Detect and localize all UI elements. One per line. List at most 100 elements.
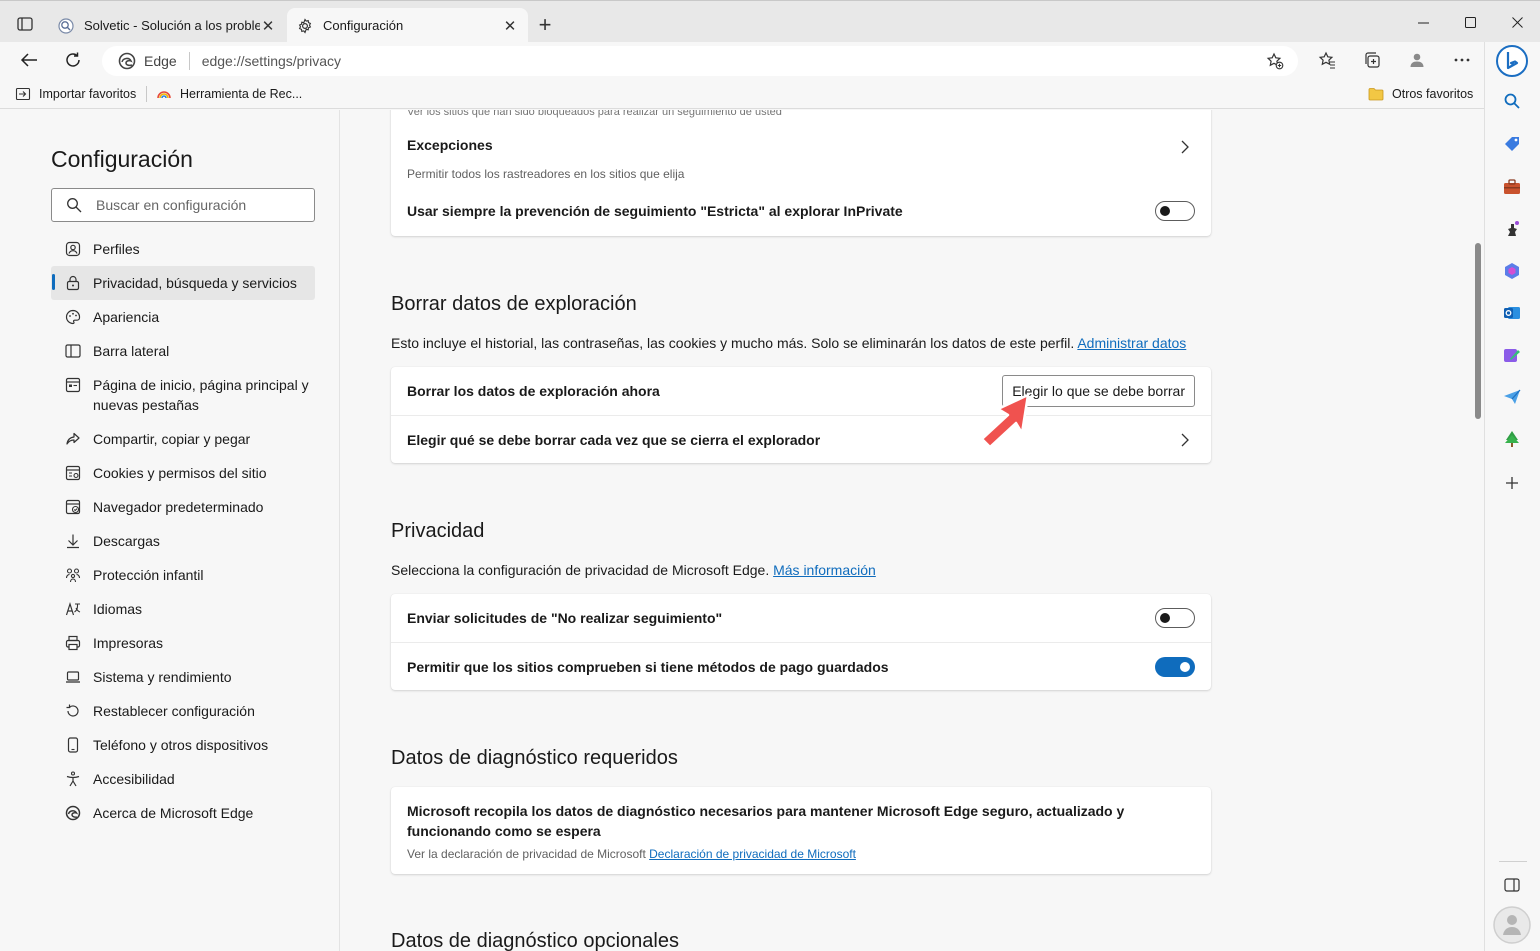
search-icon [66, 197, 82, 213]
tab-solvetic[interactable]: Solvetic - Solución a los problem ✕ [48, 8, 286, 43]
content-scrollbar[interactable] [1472, 110, 1484, 951]
strict-inprivate-row: Usar siempre la prevención de seguimient… [391, 188, 1211, 234]
profile-button[interactable] [1401, 46, 1433, 74]
tab-actions-icon [17, 17, 33, 31]
solvetic-watermark [1491, 904, 1533, 946]
import-icon [15, 86, 31, 102]
sidebar-tools-button[interactable] [1497, 172, 1527, 202]
more-dots-icon [1454, 58, 1470, 62]
tab-actions-button[interactable] [10, 11, 40, 37]
payment-methods-row: Permitir que los sitios comprueben si ti… [391, 643, 1211, 690]
clear-data-card: Borrar los datos de exploración ahora El… [391, 367, 1211, 463]
strict-inprivate-title: Usar siempre la prevención de seguimient… [407, 203, 903, 219]
nav-item-proteccion-infantil[interactable]: Protección infantil [51, 558, 315, 592]
address-bar[interactable]: Edge edge://settings/privacy [102, 46, 1298, 76]
palette-icon [65, 307, 81, 327]
nav-item-label: Idiomas [93, 601, 143, 617]
add-favorite-button[interactable] [1260, 49, 1290, 73]
settings-search-input[interactable] [96, 197, 296, 213]
address-url[interactable]: edge://settings/privacy [202, 53, 1260, 69]
nav-item-barra-lateral[interactable]: Barra lateral [51, 334, 315, 368]
strict-inprivate-toggle[interactable] [1155, 201, 1195, 221]
sidebar-outlook-button[interactable] [1497, 298, 1527, 328]
privacy-heading: Privacidad [391, 520, 485, 542]
settings-nav-list: Perfiles Privacidad, búsqueda y servicio… [51, 232, 315, 830]
nav-item-privacidad[interactable]: Privacidad, búsqueda y servicios [51, 266, 315, 300]
sidebar-add-button[interactable] [1497, 468, 1527, 498]
gear-icon [297, 17, 313, 34]
nav-item-apariencia[interactable]: Apariencia [51, 300, 315, 334]
nav-item-accesibilidad[interactable]: Accesibilidad [51, 762, 315, 796]
phone-icon [65, 735, 81, 755]
bing-copilot-button[interactable] [1495, 44, 1529, 78]
privacy-desc-text: Selecciona la configuración de privacida… [391, 562, 770, 578]
scrollbar-thumb[interactable] [1475, 243, 1481, 419]
more-info-link[interactable]: Más información [773, 562, 876, 578]
sidebar-drop-button[interactable] [1497, 382, 1527, 412]
favorite-herramienta[interactable]: Herramienta de Rec... [156, 83, 302, 105]
sidebar-hide-button[interactable] [1497, 870, 1527, 900]
manage-data-link[interactable]: Administrar datos [1077, 335, 1186, 351]
sidebar-microsoft365-button[interactable] [1497, 256, 1527, 286]
nav-item-telefono[interactable]: Teléfono y otros dispositivos [51, 728, 315, 762]
nav-item-label: Página de inicio, página principal y nue… [93, 377, 309, 413]
new-tab-button[interactable]: + [533, 12, 557, 37]
printer-icon [65, 633, 81, 653]
favorites-star-icon [1318, 51, 1335, 69]
favorites-button[interactable] [1311, 46, 1343, 74]
sidebar-tree-button[interactable] [1497, 424, 1527, 454]
sidebar-shopping-button[interactable] [1497, 129, 1527, 159]
refresh-button[interactable] [58, 46, 88, 74]
sidebar-search-button[interactable] [1497, 86, 1527, 116]
toggle-knob [1160, 206, 1170, 216]
nav-item-sistema[interactable]: Sistema y rendimiento [51, 660, 315, 694]
favorite-other-folder[interactable]: Otros favoritos [1368, 83, 1473, 105]
nav-item-perfiles[interactable]: Perfiles [51, 232, 315, 266]
nav-item-descargas[interactable]: Descargas [51, 524, 315, 558]
nav-item-idiomas[interactable]: Idiomas [51, 592, 315, 626]
payment-methods-toggle[interactable] [1155, 656, 1195, 677]
favorite-import[interactable]: Importar favoritos [15, 83, 136, 105]
nav-item-restablecer[interactable]: Restablecer configuración [51, 694, 315, 728]
cookie-icon [65, 463, 81, 483]
profile-avatar-icon [1410, 53, 1424, 67]
nav-item-label: Restablecer configuración [93, 703, 255, 719]
nav-item-pagina-inicio[interactable]: Página de inicio, página principal y nue… [51, 368, 315, 422]
nav-item-cookies[interactable]: Cookies y permisos del sitio [51, 456, 315, 490]
maximize-button[interactable] [1447, 1, 1493, 43]
nav-item-impresoras[interactable]: Impresoras [51, 626, 315, 660]
clear-on-close-row[interactable]: Elegir qué se debe borrar cada vez que s… [391, 416, 1211, 463]
microsoft365-icon [1505, 263, 1519, 279]
settings-search[interactable] [51, 188, 315, 222]
collections-icon [1365, 52, 1380, 68]
tab-configuracion[interactable]: Configuración ✕ [287, 8, 528, 43]
nav-item-label: Sistema y rendimiento [93, 669, 232, 685]
nav-item-acerca-de[interactable]: Acerca de Microsoft Edge [51, 796, 315, 830]
settings-title: Configuración [51, 146, 193, 172]
bing-logo-icon [1496, 45, 1528, 77]
back-button[interactable] [14, 46, 44, 74]
clear-data-heading: Borrar datos de exploración [391, 293, 637, 315]
close-window-button[interactable] [1494, 1, 1540, 43]
blocked-trackers-row[interactable]: Ver los sitios que han sido bloqueados p… [391, 110, 1211, 120]
settings-content: Ver los sitios que han sido bloqueados p… [341, 110, 1472, 951]
do-not-track-toggle[interactable] [1155, 608, 1195, 628]
settings-more-button[interactable] [1446, 46, 1478, 74]
close-tab-icon[interactable]: ✕ [260, 18, 276, 35]
sidebar-designer-button[interactable] [1497, 340, 1527, 370]
edge-sidebar [1484, 42, 1540, 951]
exceptions-row[interactable]: Excepciones Permitir todos los rastreado… [391, 136, 1211, 182]
back-arrow-icon [20, 53, 37, 67]
close-tab-icon[interactable]: ✕ [502, 18, 518, 35]
privacy-description: Selecciona la configuración de privacida… [391, 562, 876, 578]
edge-logo-icon [65, 803, 81, 823]
exceptions-title: Excepciones [407, 137, 493, 153]
required-diagnostics-heading: Datos de diagnóstico requeridos [391, 747, 678, 769]
collections-button[interactable] [1356, 46, 1388, 74]
privacy-statement-link[interactable]: Declaración de privacidad de Microsoft [649, 847, 856, 861]
minimize-button[interactable] [1400, 1, 1446, 43]
send-plane-icon [1504, 389, 1521, 404]
nav-item-navegador[interactable]: Navegador predeterminado [51, 490, 315, 524]
nav-item-compartir[interactable]: Compartir, copiar y pegar [51, 422, 315, 456]
sidebar-games-button[interactable] [1497, 214, 1527, 244]
